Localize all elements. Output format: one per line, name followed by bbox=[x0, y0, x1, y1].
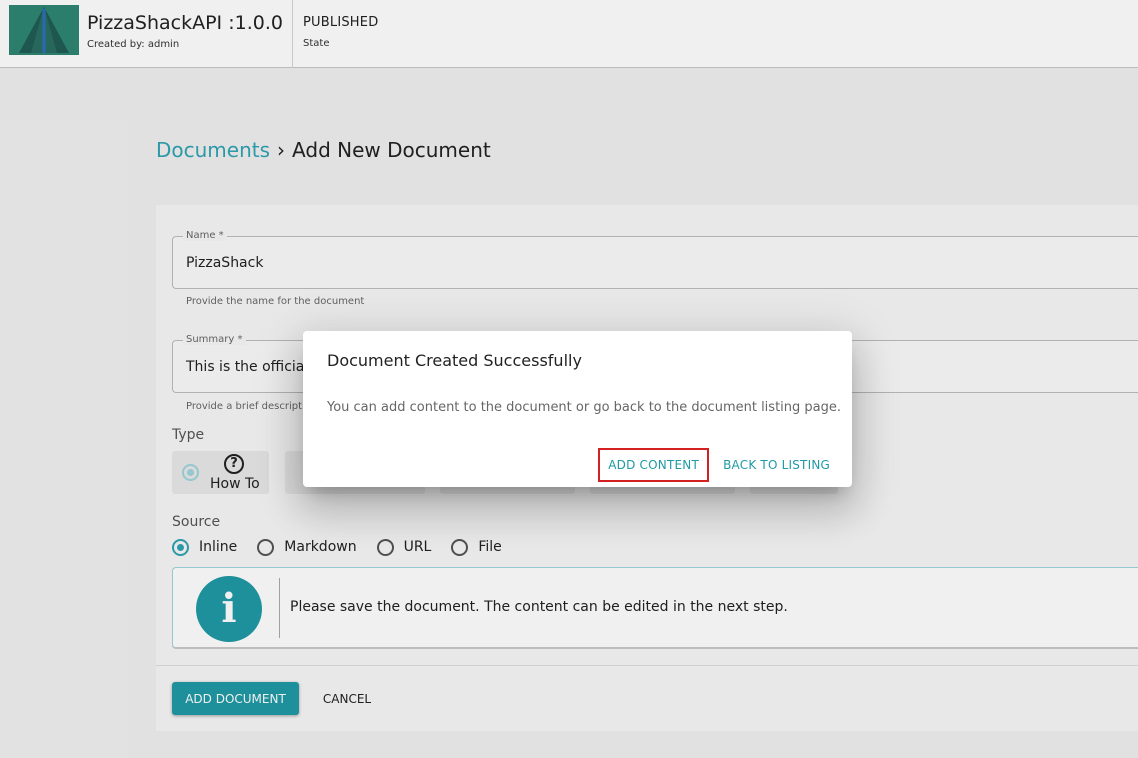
dialog-title: Document Created Successfully bbox=[327, 351, 582, 370]
document-created-dialog: Document Created Successfully You can ad… bbox=[303, 331, 852, 487]
back-to-listing-button[interactable]: BACK TO LISTING bbox=[715, 450, 838, 480]
dialog-actions: ADD CONTENT BACK TO LISTING bbox=[598, 448, 838, 482]
dialog-message: You can add content to the document or g… bbox=[327, 400, 842, 415]
add-content-button[interactable]: ADD CONTENT bbox=[598, 448, 710, 482]
